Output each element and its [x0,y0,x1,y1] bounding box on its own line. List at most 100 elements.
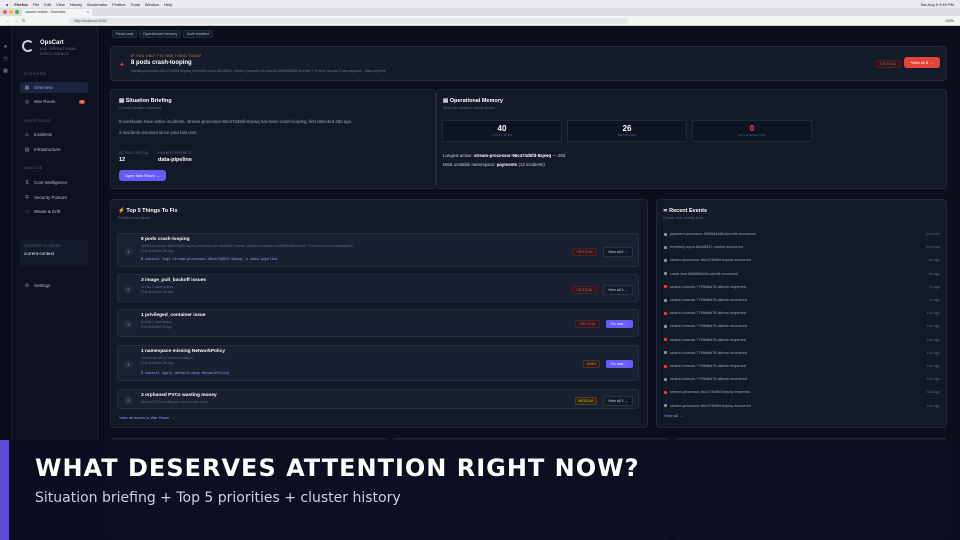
sidebar-item-label: Overview [34,85,53,90]
war-room-badge: 9 [79,99,85,104]
nav-section-overview: OVERVIEW [24,72,47,76]
browser-toolbar: ← → ↻ http://localhost:3000/ 100% [0,16,960,26]
current-cluster[interactable]: CURRENT CLUSTER current-context [20,240,88,266]
view-all-issues-link[interactable]: View all issues in War Room → [119,415,175,420]
menu-item[interactable]: Bookmarks [87,2,107,7]
fix-now-button[interactable]: Fix now → [606,360,633,368]
unstable-label: Most unstable namespace: [443,162,496,167]
menu-item[interactable]: View [56,2,65,7]
event-item[interactable]: crash-test-5fd5884b49-wdc48 recovered 5s … [664,272,940,276]
priority-actions: CRITICAL View all 8 → [572,247,633,257]
event-time: 7s ago [928,298,940,302]
minimize-window-icon[interactable] [9,10,13,14]
sidebar-item-waste[interactable]: □ Waste & Drift [20,206,88,217]
sidebar-item-incidents[interactable]: ⚠ Incidents [20,129,88,140]
top5-subtitle: Prioritized by impact [118,216,151,220]
priority-row[interactable]: 1 8 pods crash-looping stream-processor-66… [117,233,639,267]
event-text: crash-test-5fd5884b49-wdc48 recovered [670,271,739,276]
priority-row[interactable]: 3 1 privileged_container issue Across 1 na… [117,309,639,337]
bookmark-icon[interactable]: ★ [3,44,7,50]
cluster-value: current-context [24,251,55,256]
brand[interactable]: OpsCart K8S OPERATIONAL INTELLIGENCE [22,40,90,57]
stat-label: ACCELERATING [738,133,766,137]
highest-priority-value: data-pipeline [158,157,192,163]
menu-item[interactable]: File [33,2,39,7]
puzzle-icon[interactable]: ▦ [3,68,8,74]
event-item[interactable]: search-indexer-7799fdbd78-dfwnm reopened… [664,311,940,315]
event-time: 10s ago [926,364,940,368]
event-item[interactable]: stream-processor-66c474d5fd-9zpwq recove… [664,404,940,408]
fix-now-button[interactable]: Fix now → [606,320,633,328]
top5-title: ⚡ Top 5 Things To Fix [118,208,178,214]
sidebar-item-security[interactable]: ⛨ Security Posture [20,192,88,203]
open-war-room-button[interactable]: Open War Room → [119,170,166,181]
zoom-level[interactable]: 100% [945,19,954,23]
banner-accent [0,440,9,540]
menu-item[interactable]: Tools [131,2,140,7]
event-status-icon [664,324,667,328]
close-window-icon[interactable] [3,10,7,14]
sidebar-item-overview[interactable]: ▦ Overview [20,82,88,93]
banner-subheading: Situation briefing + Top 5 priorities + … [35,490,401,506]
priority-row[interactable]: 2 3 image_pull_backoff issues Across 3 nam… [117,274,639,302]
event-text: search-indexer-7799fdbd78-dfwnm recovere… [670,324,747,329]
event-text: search-indexer-7799fdbd78-dfwnm recovere… [670,350,747,355]
severity-tag: CRITICAL [572,286,598,294]
severity-tag: CRITICAL [572,248,598,256]
view-all-button[interactable]: View all 3 → [603,285,633,295]
priority-command[interactable]: $ kubectl apply default-deny NetworkPoli… [141,372,229,376]
close-icon[interactable]: × [87,10,89,15]
back-icon[interactable]: ← [6,18,10,23]
event-item[interactable]: search-indexer-7799fdbd78-dfwnm reopened… [664,285,940,289]
event-item[interactable]: stream-processor-66c474d5fd-9zpwq reopen… [664,390,940,394]
browser-tab[interactable]: opscart review - Overview × [22,8,92,16]
view-all-button[interactable]: View all 8 → [603,247,633,257]
longest-value: stream-processor-66c474d5fd-9zpwq [473,153,552,158]
menu-item[interactable]: Window [145,2,159,7]
event-status-icon [664,311,667,315]
menu-item[interactable]: Help [164,2,172,7]
sidebar-item-cost[interactable]: $ Cost Intelligence [20,177,88,188]
severity-tag: HIGH [582,360,601,368]
event-item[interactable]: payment-processor-5df9584466-bmm5b recov… [664,232,940,236]
menu-item[interactable]: Edit [44,2,51,7]
event-status-icon [664,272,667,276]
longest-active: Longest active: stream-processor-66c474d… [443,153,565,158]
stat-total-seen: 40 TOTAL SEEN [442,120,562,142]
event-status-icon [664,285,667,289]
event-item[interactable]: search-indexer-7799fdbd78-dfwnm reopened… [664,338,940,342]
event-item[interactable]: inventory-sync-86cb8547-mhwm recovered ju… [664,245,940,249]
menu-item[interactable]: History [70,2,82,7]
sidebar-item-war-room[interactable]: ◎ War Room 9 [20,96,88,107]
event-item[interactable]: search-indexer-7799fdbd78-dfwnm recovere… [664,351,940,355]
priority-row[interactable]: 5 3 orphaned PVCs wasting money Unused PVC… [117,389,639,409]
event-item[interactable]: search-indexer-7799fdbd78-dfwnm recovere… [664,324,940,328]
view-all-button[interactable]: View all 3 → [603,396,633,406]
event-item[interactable]: search-indexer-7799fdbd78-dfwnm reopened… [664,364,940,368]
apple-icon[interactable]: ● [6,2,8,7]
menu-item[interactable]: Profiles [112,2,125,7]
event-item[interactable]: search-indexer-7799fdbd78-dfwnm recovere… [664,298,940,302]
zoom-window-icon[interactable] [15,10,19,14]
event-text: search-indexer-7799fdbd78-dfwnm reopened [670,364,746,368]
event-status-icon [664,232,667,236]
forward-icon[interactable]: → [14,18,18,23]
stat-resolved: 26 RESOLVED [567,120,687,142]
event-item[interactable]: search-indexer-7799fdbd78-dfwnm recovere… [664,377,940,381]
sidebar-item-settings[interactable]: ⚙ Settings [20,280,88,291]
reload-icon[interactable]: ↻ [22,18,25,23]
event-item[interactable]: stream-processor-66c474d5fd-9zpwq recove… [664,258,940,262]
priority-row[interactable]: 4 1 namespace missing NetworkPolicy monito… [117,345,639,381]
priority-actions: HIGH Fix now → [582,360,633,368]
browser-tabbar: opscart review - Overview × [0,8,960,16]
alert-view-all-button[interactable]: View all 8 → [904,57,941,68]
sidebar-item-infrastructure[interactable]: ▤ Infrastructure [20,144,88,155]
priority-command[interactable]: $ kubectl logs stream-processor-66c474d5… [141,258,278,262]
menu-item[interactable]: Firefox [14,2,27,7]
priority-title: 8 pods crash-looping [141,237,190,242]
events-view-all-link[interactable]: View all → [664,413,683,418]
priority-first-detected: First detected 5d ago [141,325,172,329]
history-icon[interactable]: ◷ [3,56,7,62]
url-input[interactable]: http://localhost:3000/ [69,17,630,24]
macos-menubar: ● Firefox File Edit View History Bookmarks Pro… [0,0,960,8]
